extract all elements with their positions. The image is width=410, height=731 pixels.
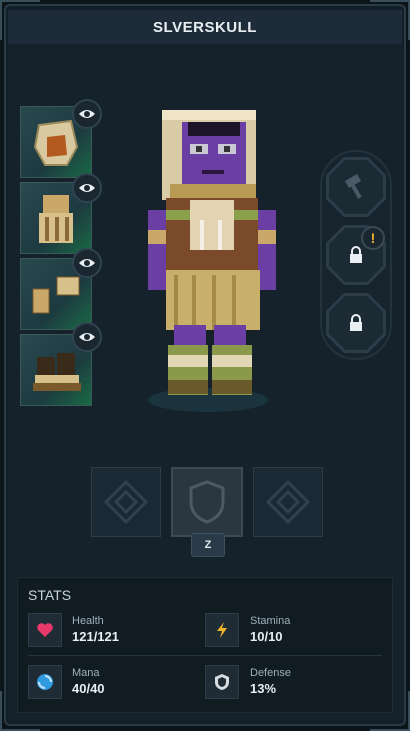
eye-icon (79, 184, 95, 192)
eye-icon (79, 110, 95, 118)
equip-slot-shield[interactable] (171, 467, 243, 537)
stats-panel: STATS Health 121/121 Stamina 10/10 Mana … (17, 577, 393, 713)
stamina-value: 10/10 (250, 629, 283, 644)
mana-label: Mana (72, 667, 100, 679)
toggle-visibility-chest[interactable] (72, 173, 102, 203)
health-icon-box (28, 613, 62, 647)
tool-slot[interactable] (326, 157, 386, 217)
character-name: SLVERSKULL (153, 18, 257, 36)
stats-heading: STATS (28, 587, 72, 603)
lightning-icon (217, 622, 227, 638)
mana-swirl-icon (37, 674, 53, 690)
stamina-icon-box (205, 613, 239, 647)
eye-icon (79, 259, 95, 267)
title-bar: SLVERSKULL (8, 10, 402, 45)
alert-badge: ! (361, 226, 385, 250)
toggle-visibility-boots[interactable] (72, 322, 102, 352)
diamond-pattern-icon (103, 479, 149, 525)
character-preview (148, 110, 276, 412)
hotkey-label: Z (204, 539, 212, 551)
defense-label: Defense (250, 667, 291, 679)
heart-icon (37, 623, 53, 637)
defense-icon-box (205, 665, 239, 699)
toggle-visibility-gloves[interactable] (72, 248, 102, 278)
stamina-label: Stamina (250, 615, 291, 627)
hotkey-badge: Z (191, 533, 225, 557)
stats-divider (28, 655, 382, 656)
mana-value: 40/40 (72, 681, 105, 696)
locked-slot-2[interactable] (326, 293, 386, 353)
hammer-icon (344, 174, 362, 199)
health-value: 121/121 (72, 629, 119, 644)
shield-icon (189, 480, 225, 524)
mana-icon-box (28, 665, 62, 699)
alert-icon: ! (370, 230, 376, 246)
health-label: Health (72, 615, 104, 627)
equip-slot-right[interactable] (253, 467, 323, 537)
lock-icon (350, 314, 362, 331)
defense-value: 13% (250, 681, 277, 696)
toggle-visibility-hood[interactable] (72, 99, 102, 129)
lock-icon (350, 246, 362, 263)
eye-icon (79, 333, 95, 341)
equip-slot-left[interactable] (91, 467, 161, 537)
shield-icon (215, 674, 229, 690)
diamond-pattern-icon (265, 479, 311, 525)
